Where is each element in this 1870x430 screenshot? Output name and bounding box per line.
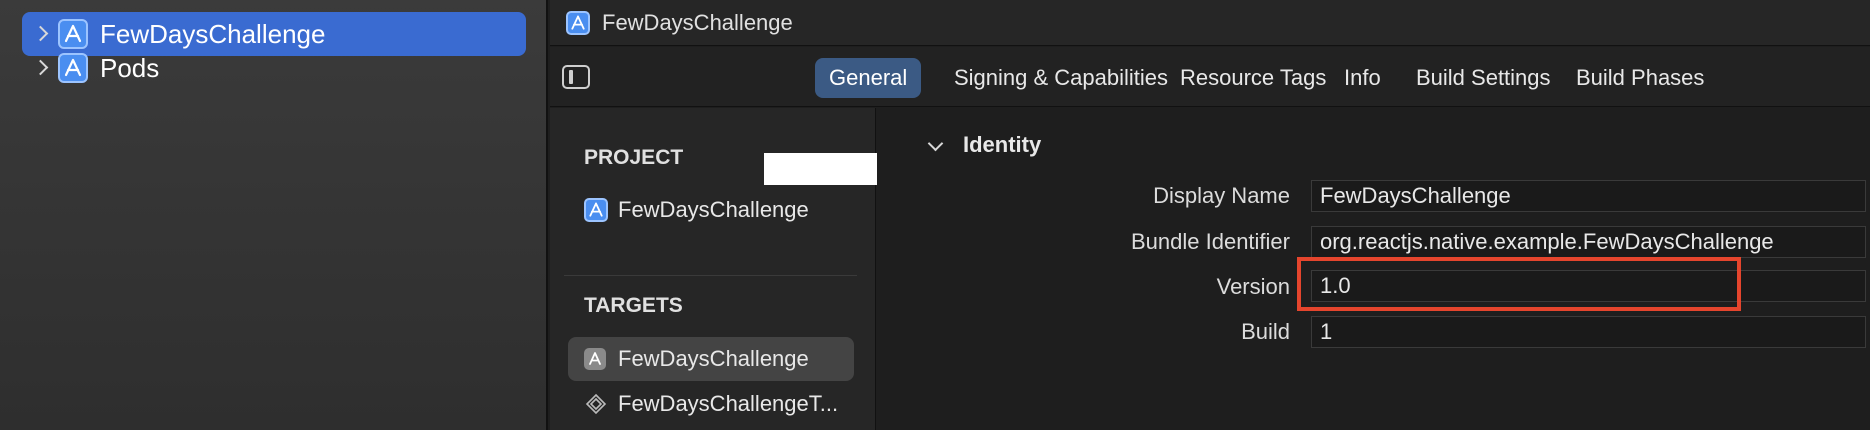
display-name-label: Display Name <box>1153 183 1290 208</box>
xcode-project-icon <box>58 19 88 49</box>
identity-section-title: Identity <box>963 132 1042 157</box>
chevron-right-icon[interactable] <box>32 58 52 78</box>
version-label: Version <box>1216 274 1290 299</box>
navigator-item-pods[interactable]: Pods <box>22 46 526 90</box>
xcode-project-icon <box>584 198 608 222</box>
target-item-app[interactable]: FewDaysChallenge <box>568 337 854 381</box>
sidebar-toggle-icon[interactable] <box>562 65 590 89</box>
tab-resource-tags[interactable]: Resource Tags <box>1166 58 1340 98</box>
target-item-label: FewDaysChallenge <box>618 346 809 371</box>
project-heading: PROJECT <box>584 146 684 169</box>
tab-info[interactable]: Info <box>1330 58 1395 98</box>
target-item-tests[interactable]: FewDaysChallengeT... <box>568 382 854 426</box>
bundle-identifier-field[interactable]: org.reactjs.native.example.FewDaysChalle… <box>1311 226 1866 258</box>
tab-build-settings[interactable]: Build Settings <box>1402 58 1565 98</box>
project-navigator: FewDaysChallenge Pods <box>0 0 548 430</box>
tab-bar: General Signing & Capabilities Resource … <box>550 47 1870 107</box>
annotation-highlight-box <box>1297 257 1741 311</box>
project-item-label: FewDaysChallenge <box>618 197 809 222</box>
targets-heading: TARGETS <box>584 294 683 317</box>
bundle-identifier-label: Bundle Identifier <box>1131 229 1290 254</box>
editor-title: FewDaysChallenge <box>602 9 793 35</box>
navigator-item-label: FewDaysChallenge <box>100 18 326 49</box>
xcode-project-icon <box>58 53 88 83</box>
tab-general[interactable]: General <box>815 58 922 98</box>
project-item[interactable]: FewDaysChallenge <box>568 188 854 232</box>
tab-signing-capabilities[interactable]: Signing & Capabilities <box>940 58 1182 98</box>
chevron-right-icon[interactable] <box>32 24 52 44</box>
build-field[interactable]: 1 <box>1311 316 1866 348</box>
app-target-icon <box>584 348 606 370</box>
editor-header: FewDaysChallenge <box>550 0 1870 46</box>
divider <box>564 275 857 276</box>
display-name-field[interactable]: FewDaysChallenge <box>1311 180 1866 212</box>
xcode-project-icon <box>566 10 590 35</box>
test-target-icon <box>584 392 608 416</box>
tab-build-phases[interactable]: Build Phases <box>1562 58 1718 98</box>
target-item-label: FewDaysChallengeT... <box>618 391 839 416</box>
navigator-item-label: Pods <box>100 52 160 83</box>
chevron-down-icon[interactable] <box>927 138 947 158</box>
build-label: Build <box>1241 319 1290 344</box>
